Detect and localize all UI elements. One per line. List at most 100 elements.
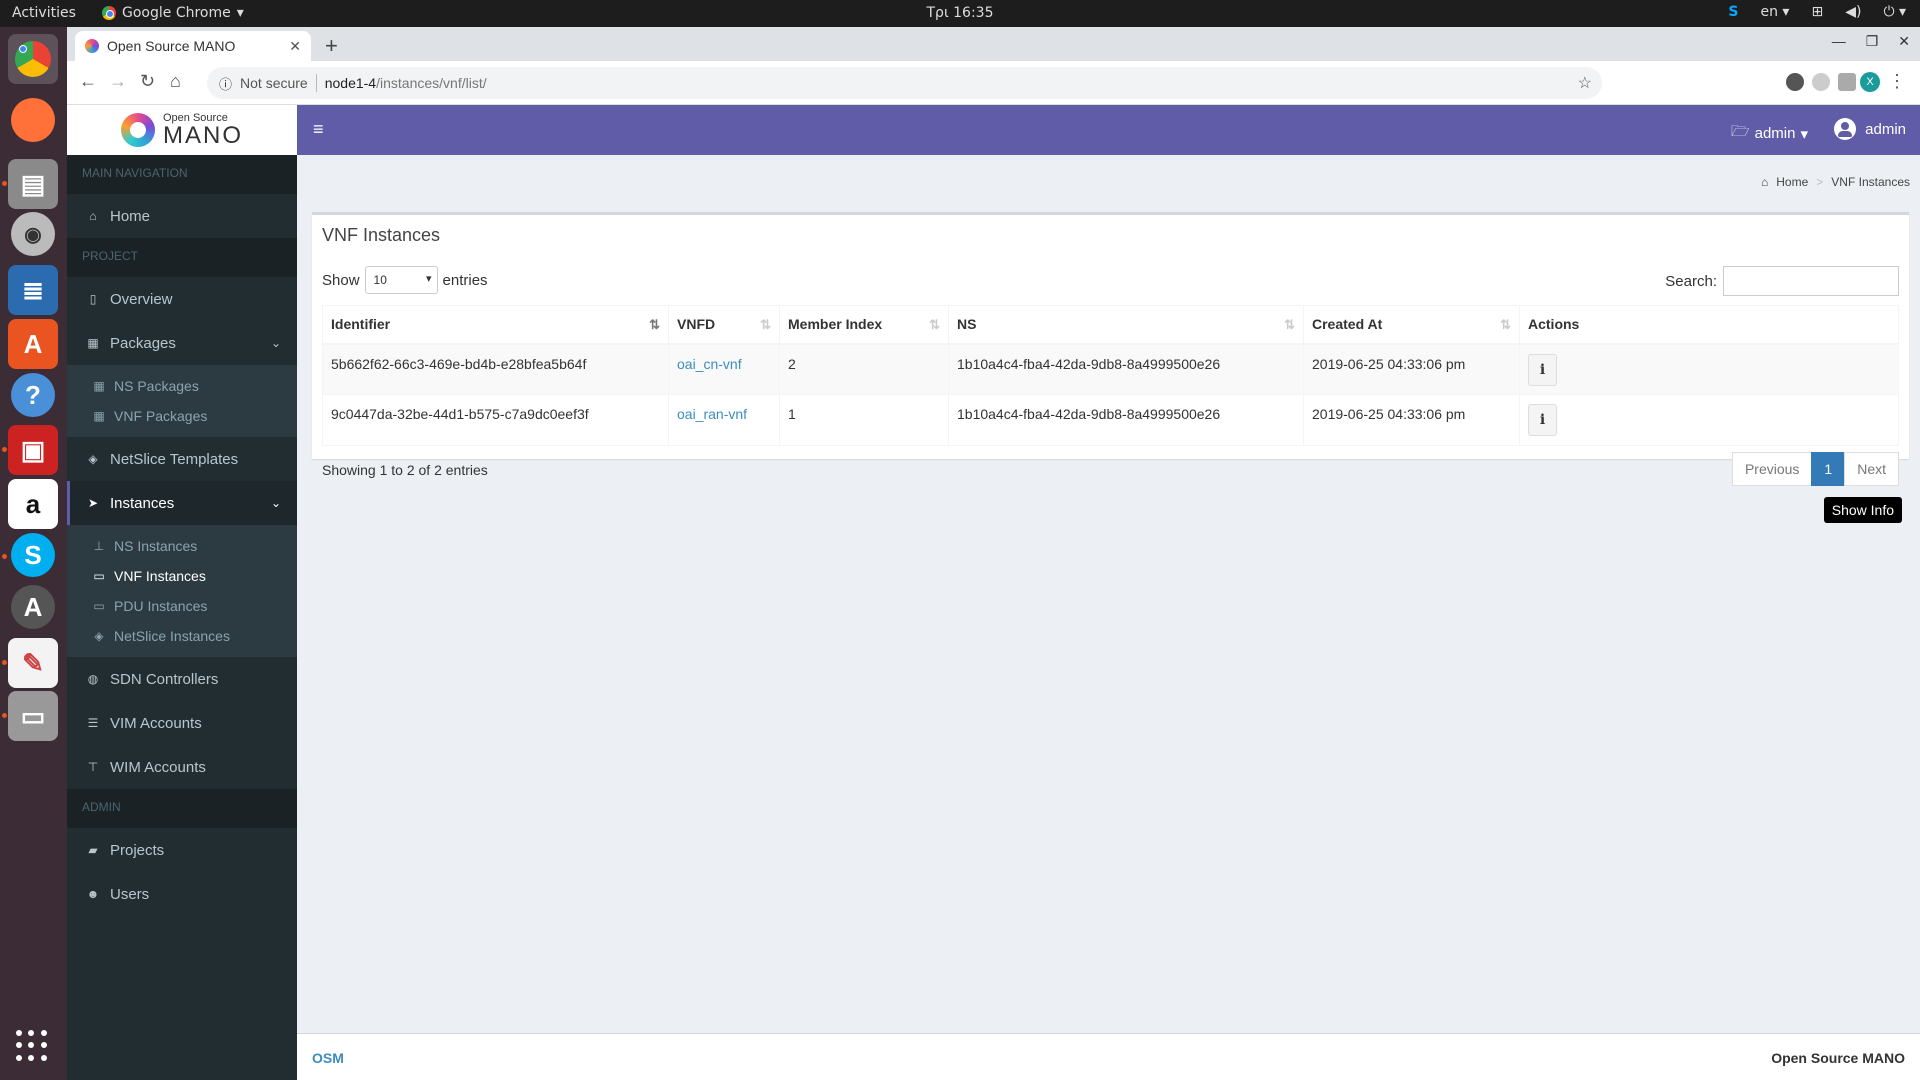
show-info-button[interactable]: i xyxy=(1528,353,1557,386)
chrome-icon xyxy=(15,41,51,77)
sidebar-item-label: Users xyxy=(110,885,150,903)
scanner-icon[interactable]: ▭ xyxy=(8,691,58,741)
search-input[interactable] xyxy=(1723,266,1899,296)
column-header-vnfd[interactable]: VNFD ⇅ xyxy=(668,305,780,345)
content: ⌂ Home > VNF Instances VNF Instances Sho… xyxy=(297,155,1920,1033)
box-title: VNF Instances xyxy=(322,225,441,245)
home-icon[interactable]: ⌂ xyxy=(170,71,181,92)
vnfd-link[interactable]: oai_ran-vnf xyxy=(677,406,747,422)
show-info-button[interactable]: i xyxy=(1528,404,1557,436)
firefox-icon[interactable] xyxy=(11,98,55,142)
language-indicator[interactable]: en ▾ xyxy=(1760,4,1789,20)
home-icon: ⌂ xyxy=(1761,175,1769,189)
column-label: Created At xyxy=(1312,316,1383,333)
project-label: admin xyxy=(1754,125,1796,142)
browser-tab[interactable]: Open Source MANO ✕ xyxy=(75,31,311,61)
sidebar-item-instances[interactable]: ➤ Instances ⌄ xyxy=(67,481,297,525)
sidebar-item-vim-accounts[interactable]: ☰ VIM Accounts xyxy=(67,701,297,745)
page-length-select[interactable]: 10 xyxy=(364,266,438,294)
skype-tray-icon[interactable]: S xyxy=(1728,4,1738,20)
column-header-member-index[interactable]: Member Index ⇅ xyxy=(779,305,949,345)
column-header-created-at[interactable]: Created At ⇅ xyxy=(1303,305,1520,345)
app-grid-icon[interactable] xyxy=(16,1030,48,1062)
sidebar-item-users[interactable]: ☻ Users xyxy=(67,872,297,916)
minimize-icon[interactable]: — xyxy=(1832,33,1846,50)
sidebar-item-home[interactable]: ⌂ Home xyxy=(67,194,297,238)
power-icon[interactable]: ⏻ ▾ xyxy=(1883,4,1906,20)
close-window-icon[interactable]: ✕ xyxy=(1898,33,1910,50)
back-icon[interactable]: ← xyxy=(79,71,97,92)
breadcrumb-home-link[interactable]: Home xyxy=(1776,175,1808,189)
vnfd-link[interactable]: oai_cn-vnf xyxy=(677,356,742,372)
cell-actions: i xyxy=(1519,394,1899,446)
column-header-identifier[interactable]: Identifier ⇅ xyxy=(322,305,669,345)
reload-icon[interactable]: ↻ xyxy=(140,71,155,92)
rhythmbox-icon[interactable]: ◉ xyxy=(11,212,55,256)
sidebar-item-sdn-controllers[interactable]: ◍ SDN Controllers xyxy=(67,657,297,701)
restore-icon[interactable]: ❐ xyxy=(1866,33,1879,50)
column-header-ns[interactable]: NS ⇅ xyxy=(948,305,1304,345)
sidebar-item-vnf-packages[interactable]: ▦ VNF Packages xyxy=(67,401,297,431)
address-bar[interactable]: ⓘ Not secure node1-4/instances/vnf/list/… xyxy=(207,67,1602,99)
sidebar-item-ns-instances[interactable]: ⊥ NS Instances xyxy=(67,531,297,561)
cell-member-index: 2 xyxy=(779,343,949,395)
footer-brand: Open Source MANO xyxy=(1771,1050,1905,1066)
sidebar-item-packages[interactable]: ▦ Packages ⌄ xyxy=(67,321,297,365)
security-label: Not secure xyxy=(240,75,308,91)
chrome-launcher[interactable] xyxy=(8,34,58,84)
column-label: VNFD xyxy=(677,316,716,333)
volume-icon[interactable]: ◀) xyxy=(1845,4,1861,20)
files-icon[interactable]: ▤ xyxy=(8,159,58,209)
sidebar-item-vnf-instances[interactable]: ▭ VNF Instances xyxy=(67,561,297,591)
sidebar-item-ns-packages[interactable]: ▦ NS Packages xyxy=(67,371,297,401)
sidebar-item-netslice-instances[interactable]: ◈ NetSlice Instances xyxy=(67,621,297,651)
clock[interactable]: Τρι 16:35 xyxy=(927,5,994,21)
sidebar-item-wim-accounts[interactable]: ⊤ WIM Accounts xyxy=(67,745,297,789)
hdd-icon: ▭ xyxy=(93,569,105,583)
osm-logo[interactable]: Open Source MANO xyxy=(67,105,297,155)
extension-icon[interactable] xyxy=(1786,73,1804,91)
close-tab-icon[interactable]: ✕ xyxy=(289,38,301,55)
network-icon[interactable]: ⊞ xyxy=(1811,4,1823,20)
updater-icon[interactable]: A xyxy=(11,585,55,629)
layers-icon: ◈ xyxy=(94,629,104,643)
user-menu[interactable]: admin xyxy=(1834,118,1906,140)
skype-icon[interactable]: S xyxy=(11,533,55,577)
sidebar-item-label: NetSlice Instances xyxy=(114,628,230,644)
sidebar-item-netslice-templates[interactable]: ◈ NetSlice Templates xyxy=(67,437,297,481)
help-icon[interactable]: ? xyxy=(11,373,55,417)
previous-page-button[interactable]: Previous xyxy=(1731,452,1813,486)
extension-icon[interactable] xyxy=(1812,73,1830,91)
next-page-button[interactable]: Next xyxy=(1844,452,1899,486)
chevron-down-icon: ⌄ xyxy=(270,336,281,350)
app-menu[interactable]: Google Chrome ▾ xyxy=(102,5,244,21)
caret-down-icon: ▾ xyxy=(1800,125,1808,143)
info-icon[interactable]: ⓘ xyxy=(219,74,232,93)
software-icon[interactable]: A xyxy=(8,319,58,369)
sidebar-item-overview[interactable]: ▯ Overview xyxy=(67,277,297,321)
archive-icon: ▦ xyxy=(93,409,105,423)
writer-icon[interactable]: ≣ xyxy=(8,265,58,315)
sidebar-item-pdu-instances[interactable]: ▭ PDU Instances xyxy=(67,591,297,621)
terminal-icon[interactable]: ▣ xyxy=(8,425,58,475)
url-host: node1-4 xyxy=(324,75,377,91)
download-extension-icon[interactable] xyxy=(1838,73,1856,91)
project-dropdown[interactable]: 🗁 admin ▾ xyxy=(1731,121,1808,146)
chevron-down-icon: ⌄ xyxy=(270,496,281,510)
sidebar-item-projects[interactable]: ▰ Projects xyxy=(67,828,297,872)
amazon-icon[interactable]: a xyxy=(8,479,58,529)
page-1-button[interactable]: 1 xyxy=(1811,452,1846,486)
page: Open Source MANO ≡ 🗁 admin ▾ admin MAIN … xyxy=(67,105,1920,1080)
bookmark-star-icon[interactable]: ☆ xyxy=(1578,73,1592,93)
logo-big-text: MANO xyxy=(163,121,243,149)
menu-kebab-icon[interactable]: ⋮ xyxy=(1888,71,1906,92)
editor-icon[interactable]: ✎ xyxy=(8,638,58,688)
sort-icon: ⇅ xyxy=(1500,317,1511,332)
forward-icon[interactable]: → xyxy=(109,71,127,92)
activities-button[interactable]: Activities xyxy=(12,5,76,21)
profile-avatar[interactable]: X xyxy=(1860,72,1880,92)
new-tab-button[interactable]: + xyxy=(325,33,338,59)
sidebar-toggle-icon[interactable]: ≡ xyxy=(313,119,324,140)
sort-asc-icon: ⇅ xyxy=(649,317,660,332)
footer-osm-link[interactable]: OSM xyxy=(312,1050,344,1066)
